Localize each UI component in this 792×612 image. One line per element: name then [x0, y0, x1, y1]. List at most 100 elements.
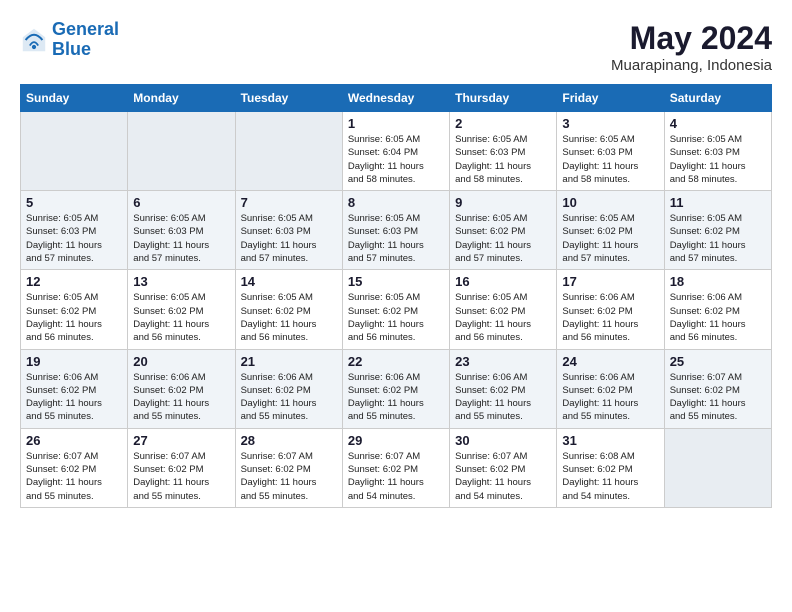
- day-number: 9: [455, 195, 551, 210]
- day-info: Sunrise: 6:05 AM Sunset: 6:02 PM Dayligh…: [670, 212, 766, 265]
- day-info: Sunrise: 6:05 AM Sunset: 6:02 PM Dayligh…: [455, 212, 551, 265]
- day-number: 1: [348, 116, 444, 131]
- day-info: Sunrise: 6:05 AM Sunset: 6:02 PM Dayligh…: [26, 291, 122, 344]
- day-number: 23: [455, 354, 551, 369]
- day-info: Sunrise: 6:05 AM Sunset: 6:03 PM Dayligh…: [241, 212, 337, 265]
- day-number: 24: [562, 354, 658, 369]
- header-saturday: Saturday: [664, 85, 771, 112]
- day-info: Sunrise: 6:05 AM Sunset: 6:03 PM Dayligh…: [133, 212, 229, 265]
- day-number: 13: [133, 274, 229, 289]
- day-number: 25: [670, 354, 766, 369]
- day-info: Sunrise: 6:08 AM Sunset: 6:02 PM Dayligh…: [562, 450, 658, 503]
- day-info: Sunrise: 6:06 AM Sunset: 6:02 PM Dayligh…: [26, 371, 122, 424]
- day-info: Sunrise: 6:06 AM Sunset: 6:02 PM Dayligh…: [670, 291, 766, 344]
- day-info: Sunrise: 6:06 AM Sunset: 6:02 PM Dayligh…: [241, 371, 337, 424]
- day-cell: [664, 428, 771, 507]
- day-number: 26: [26, 433, 122, 448]
- day-cell: 2 Sunrise: 6:05 AM Sunset: 6:03 PM Daylig…: [450, 112, 557, 191]
- day-info: Sunrise: 6:06 AM Sunset: 6:02 PM Dayligh…: [455, 371, 551, 424]
- day-number: 27: [133, 433, 229, 448]
- day-number: 8: [348, 195, 444, 210]
- week-row-1: 1 Sunrise: 6:05 AM Sunset: 6:04 PM Daylig…: [21, 112, 772, 191]
- day-number: 30: [455, 433, 551, 448]
- header-monday: Monday: [128, 85, 235, 112]
- day-number: 17: [562, 274, 658, 289]
- day-cell: 25 Sunrise: 6:07 AM Sunset: 6:02 PM Dayli…: [664, 349, 771, 428]
- day-number: 18: [670, 274, 766, 289]
- header-wednesday: Wednesday: [342, 85, 449, 112]
- day-cell: 26 Sunrise: 6:07 AM Sunset: 6:02 PM Dayli…: [21, 428, 128, 507]
- day-info: Sunrise: 6:07 AM Sunset: 6:02 PM Dayligh…: [133, 450, 229, 503]
- day-cell: [21, 112, 128, 191]
- day-info: Sunrise: 6:07 AM Sunset: 6:02 PM Dayligh…: [455, 450, 551, 503]
- day-cell: 9 Sunrise: 6:05 AM Sunset: 6:02 PM Daylig…: [450, 191, 557, 270]
- day-info: Sunrise: 6:05 AM Sunset: 6:02 PM Dayligh…: [133, 291, 229, 344]
- day-cell: 31 Sunrise: 6:08 AM Sunset: 6:02 PM Dayli…: [557, 428, 664, 507]
- day-number: 12: [26, 274, 122, 289]
- day-cell: 21 Sunrise: 6:06 AM Sunset: 6:02 PM Dayli…: [235, 349, 342, 428]
- day-cell: [128, 112, 235, 191]
- day-info: Sunrise: 6:05 AM Sunset: 6:02 PM Dayligh…: [562, 212, 658, 265]
- location-subtitle: Muarapinang, Indonesia: [611, 57, 772, 74]
- day-number: 11: [670, 195, 766, 210]
- day-cell: 1 Sunrise: 6:05 AM Sunset: 6:04 PM Daylig…: [342, 112, 449, 191]
- day-cell: 22 Sunrise: 6:06 AM Sunset: 6:02 PM Dayli…: [342, 349, 449, 428]
- day-cell: 7 Sunrise: 6:05 AM Sunset: 6:03 PM Daylig…: [235, 191, 342, 270]
- day-cell: 18 Sunrise: 6:06 AM Sunset: 6:02 PM Dayli…: [664, 270, 771, 349]
- day-number: 6: [133, 195, 229, 210]
- day-number: 4: [670, 116, 766, 131]
- day-cell: 14Sunrise: 6:05 AM Sunset: 6:02 PM Dayli…: [235, 270, 342, 349]
- logo-text: GeneralBlue: [52, 20, 119, 60]
- day-number: 10: [562, 195, 658, 210]
- week-row-3: 12 Sunrise: 6:05 AM Sunset: 6:02 PM Dayli…: [21, 270, 772, 349]
- day-number: 14: [241, 274, 337, 289]
- day-info: Sunrise: 6:07 AM Sunset: 6:02 PM Dayligh…: [26, 450, 122, 503]
- day-cell: 10 Sunrise: 6:05 AM Sunset: 6:02 PM Dayli…: [557, 191, 664, 270]
- header-tuesday: Tuesday: [235, 85, 342, 112]
- page-header: GeneralBlue May 2024 Muarapinang, Indone…: [20, 20, 772, 74]
- day-info: Sunrise: 6:05 AM Sunset: 6:03 PM Dayligh…: [26, 212, 122, 265]
- calendar-header-row: SundayMondayTuesdayWednesdayThursdayFrid…: [21, 85, 772, 112]
- day-number: 19: [26, 354, 122, 369]
- day-cell: 15Sunrise: 6:05 AM Sunset: 6:02 PM Dayli…: [342, 270, 449, 349]
- day-cell: 27 Sunrise: 6:07 AM Sunset: 6:02 PM Dayli…: [128, 428, 235, 507]
- day-info: Sunrise: 6:05 AM Sunset: 6:03 PM Dayligh…: [455, 133, 551, 186]
- day-number: 22: [348, 354, 444, 369]
- day-info: Sunrise: 6:07 AM Sunset: 6:02 PM Dayligh…: [670, 371, 766, 424]
- day-info: Sunrise: 6:06 AM Sunset: 6:02 PM Dayligh…: [348, 371, 444, 424]
- week-row-2: 5 Sunrise: 6:05 AM Sunset: 6:03 PM Daylig…: [21, 191, 772, 270]
- title-area: May 2024 Muarapinang, Indonesia: [611, 20, 772, 74]
- header-thursday: Thursday: [450, 85, 557, 112]
- day-number: 21: [241, 354, 337, 369]
- day-number: 2: [455, 116, 551, 131]
- day-cell: 19 Sunrise: 6:06 AM Sunset: 6:02 PM Dayli…: [21, 349, 128, 428]
- calendar-table: SundayMondayTuesdayWednesdayThursdayFrid…: [20, 84, 772, 508]
- day-number: 29: [348, 433, 444, 448]
- day-info: Sunrise: 6:05 AM Sunset: 6:02 PM Dayligh…: [348, 291, 444, 344]
- day-number: 20: [133, 354, 229, 369]
- week-row-5: 26 Sunrise: 6:07 AM Sunset: 6:02 PM Dayli…: [21, 428, 772, 507]
- calendar-body: 1 Sunrise: 6:05 AM Sunset: 6:04 PM Daylig…: [21, 112, 772, 508]
- day-number: 31: [562, 433, 658, 448]
- week-row-4: 19 Sunrise: 6:06 AM Sunset: 6:02 PM Dayli…: [21, 349, 772, 428]
- header-friday: Friday: [557, 85, 664, 112]
- day-info: Sunrise: 6:05 AM Sunset: 6:04 PM Dayligh…: [348, 133, 444, 186]
- day-info: Sunrise: 6:05 AM Sunset: 6:02 PM Dayligh…: [455, 291, 551, 344]
- day-cell: 17Sunrise: 6:06 AM Sunset: 6:02 PM Dayli…: [557, 270, 664, 349]
- day-cell: 16 Sunrise: 6:05 AM Sunset: 6:02 PM Dayli…: [450, 270, 557, 349]
- day-number: 3: [562, 116, 658, 131]
- day-cell: 4Sunrise: 6:05 AM Sunset: 6:03 PM Daylig…: [664, 112, 771, 191]
- day-number: 7: [241, 195, 337, 210]
- day-info: Sunrise: 6:06 AM Sunset: 6:02 PM Dayligh…: [562, 371, 658, 424]
- day-info: Sunrise: 6:07 AM Sunset: 6:02 PM Dayligh…: [348, 450, 444, 503]
- logo: GeneralBlue: [20, 20, 119, 60]
- day-number: 5: [26, 195, 122, 210]
- day-number: 16: [455, 274, 551, 289]
- month-year-title: May 2024: [611, 20, 772, 57]
- day-cell: 8Sunrise: 6:05 AM Sunset: 6:03 PM Daylig…: [342, 191, 449, 270]
- logo-icon: [20, 26, 48, 54]
- day-cell: 6 Sunrise: 6:05 AM Sunset: 6:03 PM Daylig…: [128, 191, 235, 270]
- day-number: 28: [241, 433, 337, 448]
- day-cell: 11 Sunrise: 6:05 AM Sunset: 6:02 PM Dayli…: [664, 191, 771, 270]
- day-info: Sunrise: 6:07 AM Sunset: 6:02 PM Dayligh…: [241, 450, 337, 503]
